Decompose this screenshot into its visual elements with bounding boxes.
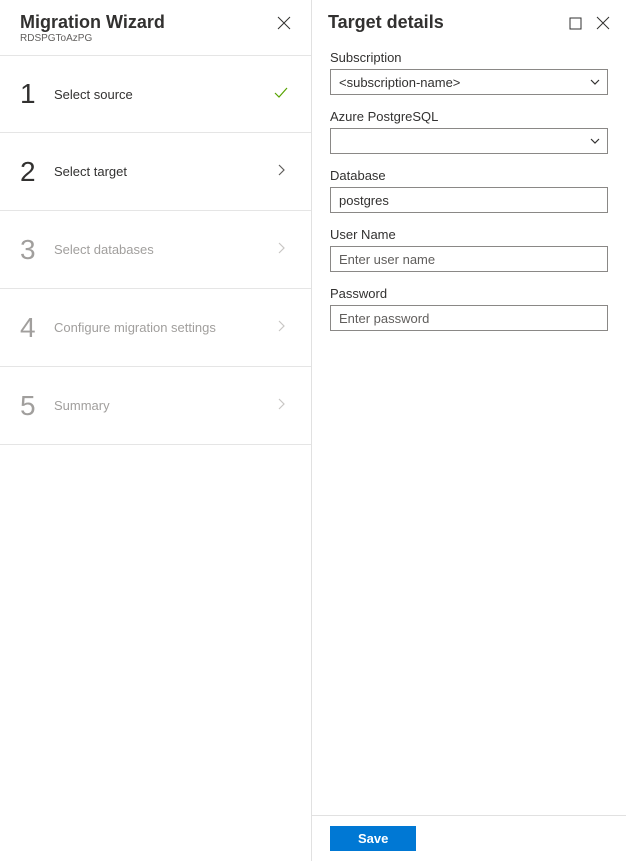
- step-label: Summary: [54, 398, 271, 413]
- label-subscription: Subscription: [330, 50, 608, 65]
- step-number: 5: [20, 390, 54, 422]
- step-number: 3: [20, 234, 54, 266]
- check-icon: [273, 85, 289, 104]
- close-icon[interactable]: [596, 16, 610, 30]
- input-password[interactable]: [330, 305, 608, 331]
- label-database: Database: [330, 168, 608, 183]
- chevron-right-icon: [276, 241, 286, 258]
- details-footer: Save: [312, 815, 626, 861]
- wizard-subtitle: RDSPGToAzPG: [20, 33, 165, 44]
- wizard-panel: Migration Wizard RDSPGToAzPG 1 Select so…: [0, 0, 312, 861]
- step-select-source[interactable]: 1 Select source: [0, 55, 311, 133]
- form-body: Subscription <subscription-name> Azure P…: [312, 40, 626, 815]
- details-panel: Target details Subscription <subscriptio…: [312, 0, 626, 861]
- field-database: Database: [330, 168, 608, 213]
- step-select-target[interactable]: 2 Select target: [0, 133, 311, 211]
- step-label: Select target: [54, 164, 271, 179]
- select-subscription[interactable]: <subscription-name>: [330, 69, 608, 95]
- step-summary[interactable]: 5 Summary: [0, 367, 311, 445]
- step-number: 1: [20, 78, 54, 110]
- chevron-right-icon: [276, 163, 286, 180]
- details-header: Target details: [312, 0, 626, 40]
- maximize-icon[interactable]: [569, 17, 582, 30]
- step-configure-migration[interactable]: 4 Configure migration settings: [0, 289, 311, 367]
- field-username: User Name: [330, 227, 608, 272]
- close-icon[interactable]: [277, 16, 291, 30]
- details-title: Target details: [328, 12, 444, 33]
- wizard-header: Migration Wizard RDSPGToAzPG: [0, 0, 311, 55]
- chevron-down-icon: [589, 134, 601, 149]
- label-password: Password: [330, 286, 608, 301]
- chevron-right-icon: [276, 319, 286, 336]
- field-subscription: Subscription <subscription-name>: [330, 50, 608, 95]
- input-database[interactable]: [330, 187, 608, 213]
- save-button[interactable]: Save: [330, 826, 416, 851]
- select-value: <subscription-name>: [339, 75, 460, 90]
- chevron-right-icon: [276, 397, 286, 414]
- input-username[interactable]: [330, 246, 608, 272]
- step-select-databases[interactable]: 3 Select databases: [0, 211, 311, 289]
- step-label: Select source: [54, 87, 271, 102]
- field-azure-postgresql: Azure PostgreSQL: [330, 109, 608, 154]
- select-azure-postgresql[interactable]: [330, 128, 608, 154]
- step-number: 2: [20, 156, 54, 188]
- step-label: Select databases: [54, 242, 271, 257]
- label-azure-postgresql: Azure PostgreSQL: [330, 109, 608, 124]
- wizard-steps: 1 Select source 2 Select target 3 Select…: [0, 55, 311, 445]
- chevron-down-icon: [589, 75, 601, 90]
- step-number: 4: [20, 312, 54, 344]
- step-label: Configure migration settings: [54, 320, 271, 335]
- wizard-title: Migration Wizard: [20, 12, 165, 33]
- label-username: User Name: [330, 227, 608, 242]
- field-password: Password: [330, 286, 608, 331]
